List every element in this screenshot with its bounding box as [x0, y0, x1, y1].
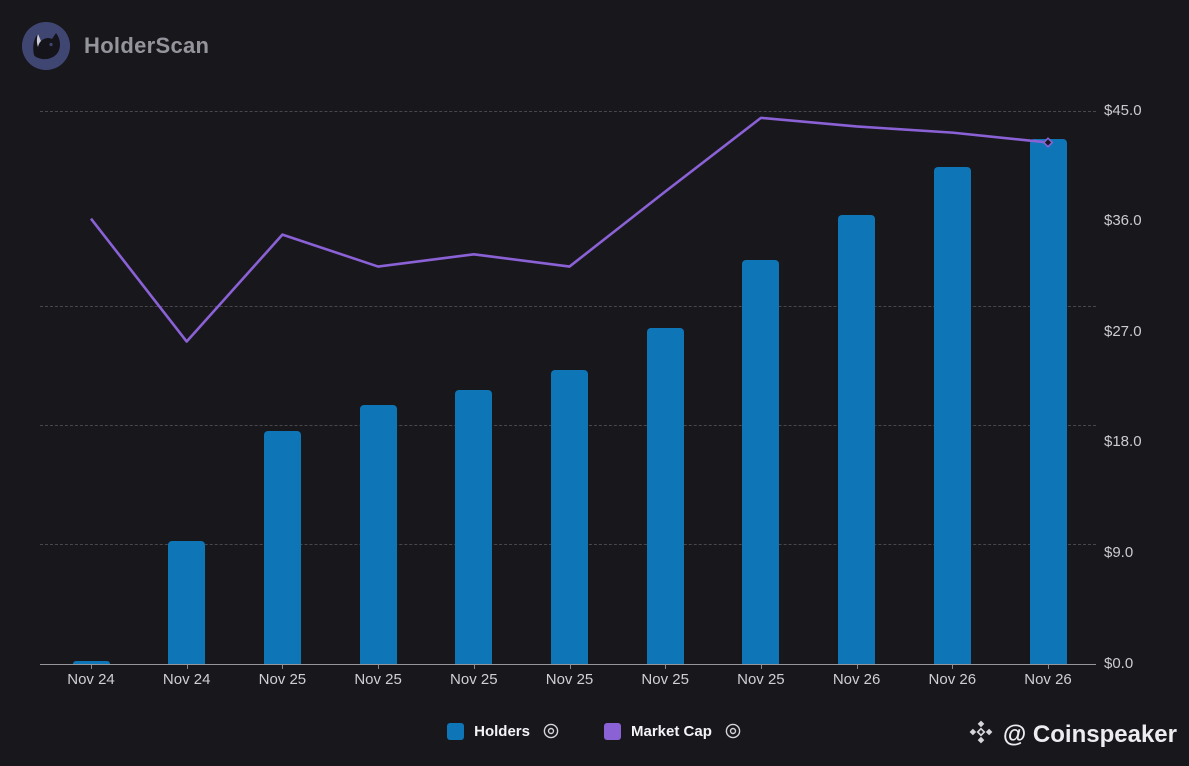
eye-icon[interactable] [542, 722, 560, 740]
credit: @ Coinspeaker [968, 719, 1177, 750]
legend-label-holders: Holders [474, 722, 530, 740]
eye-icon[interactable] [724, 722, 742, 740]
market-cap-line[interactable] [0, 0, 1189, 766]
market-cap-swatch [604, 722, 621, 740]
chart-canvas: $45.0 $36.0 $27.0 $18.0 $9.0 $0.0 Nov 24 Nov 24… [0, 0, 1189, 766]
holders-swatch [447, 722, 465, 740]
holderscan-chart-page: HolderScan $45.0 $36.0 $27.0 $18.0 $9.0 $0.0 N… [0, 0, 1189, 766]
credit-text: @ Coinspeaker [1002, 720, 1177, 748]
legend-item-holders[interactable]: Holders [447, 722, 560, 740]
legend-item-market-cap[interactable]: Market Cap [604, 722, 742, 740]
binance-diamond-icon [968, 719, 994, 750]
line-end-marker [1042, 137, 1054, 148]
legend-label-market-cap: Market Cap [631, 722, 712, 740]
